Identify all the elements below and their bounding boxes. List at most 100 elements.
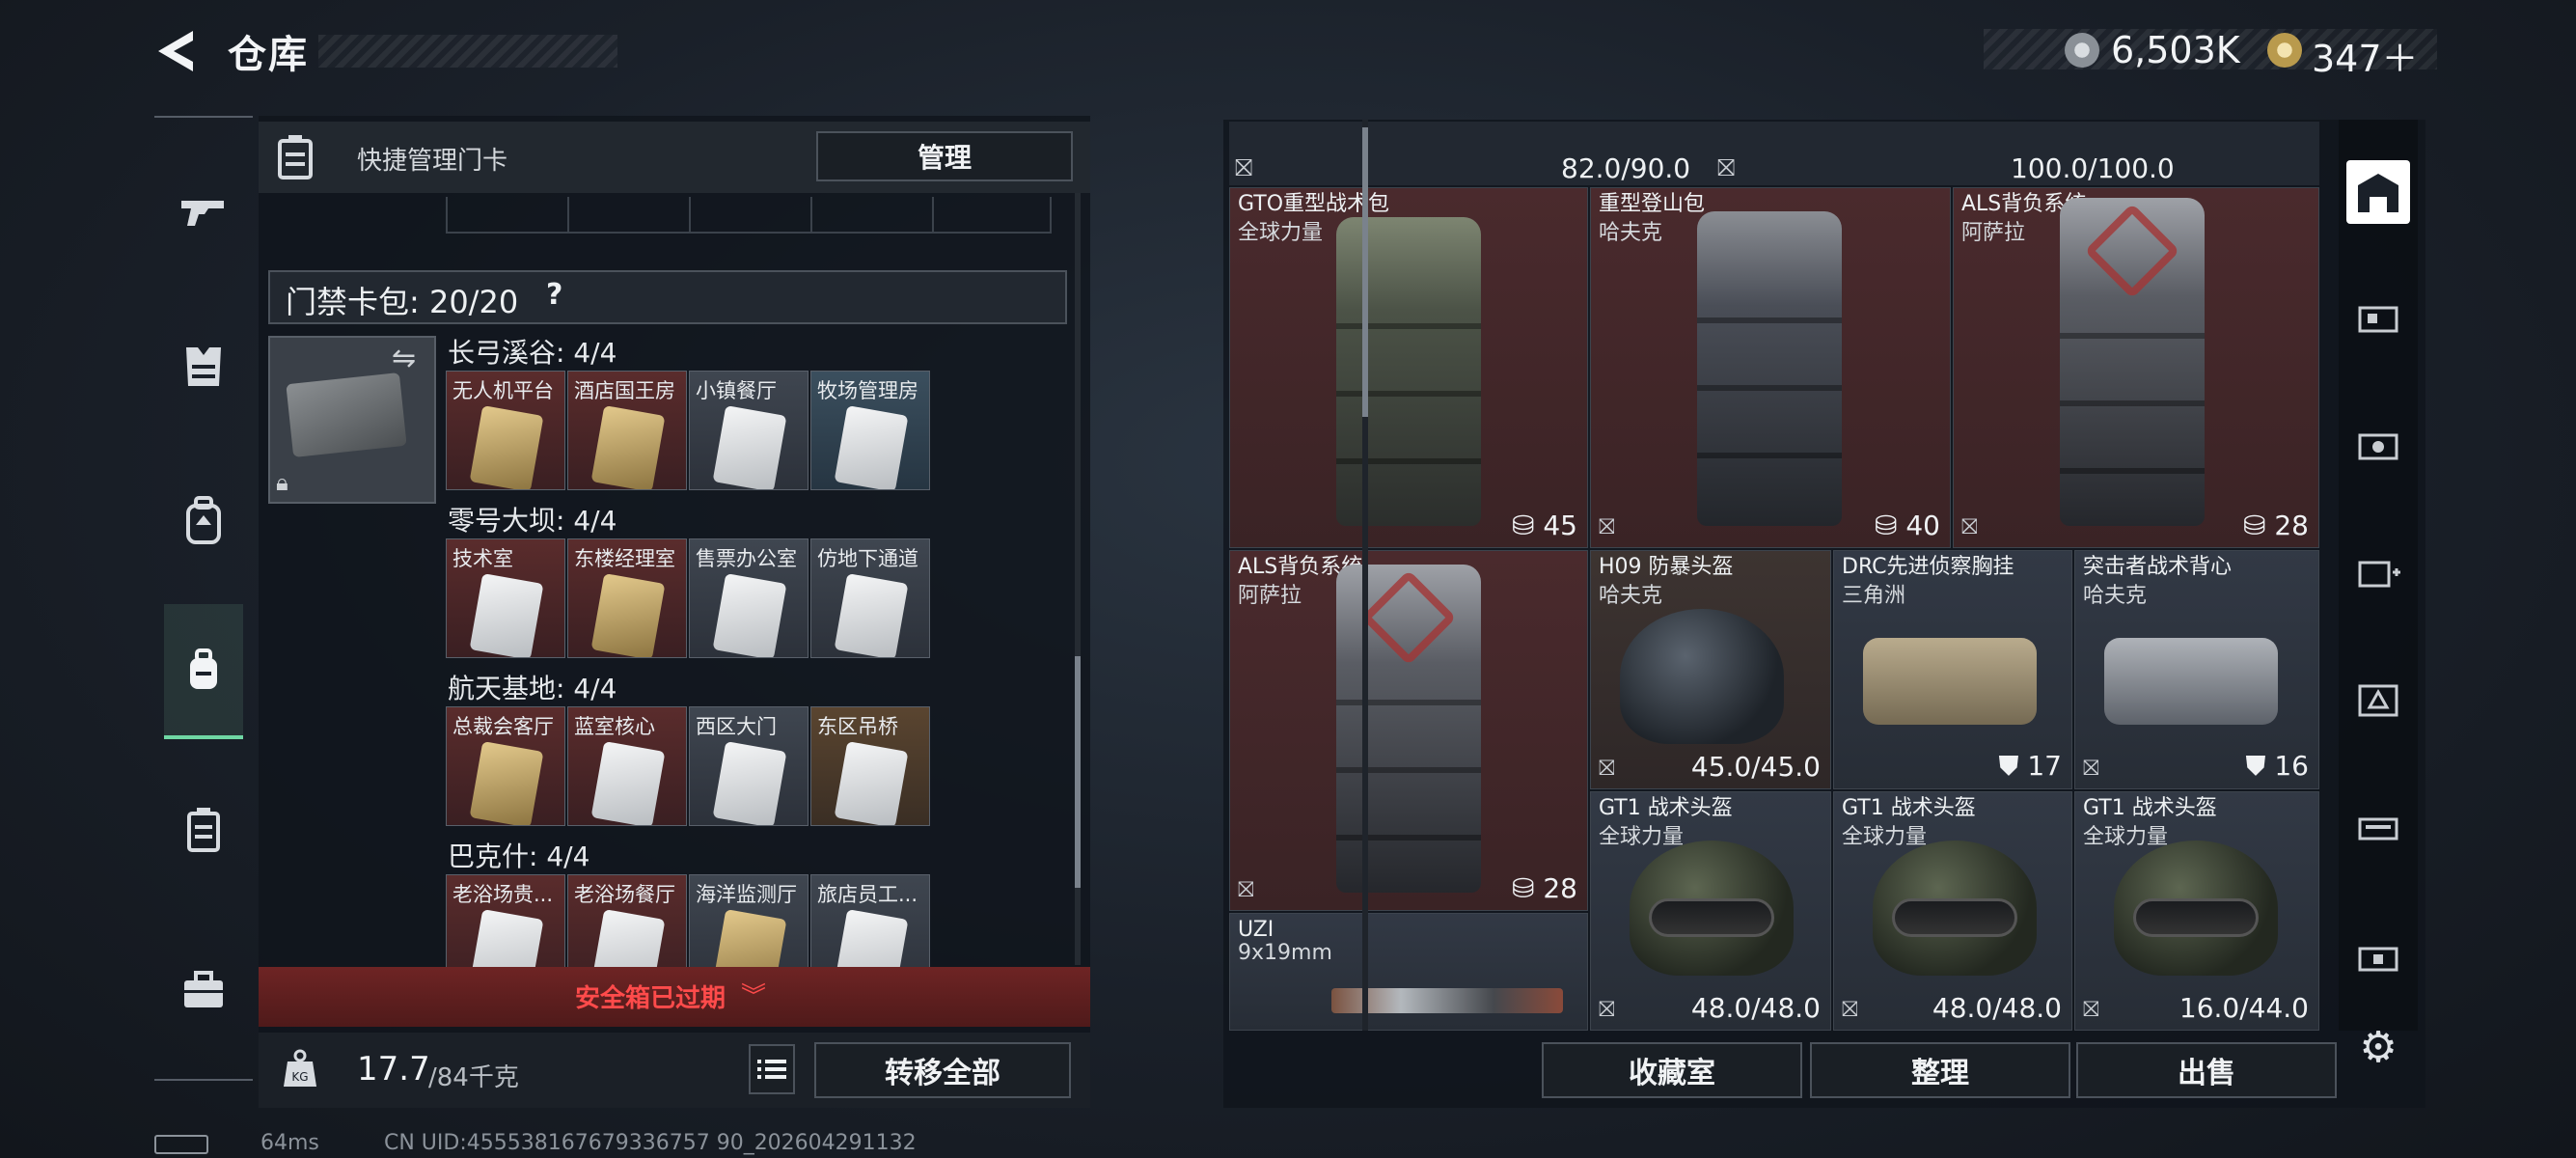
- keycard-slot[interactable]: 牧场管理房: [810, 371, 930, 490]
- item-gt1-helmet[interactable]: GT1 战术头盔 全球力量 ⛝ 48.0/48.0: [1833, 791, 2072, 1031]
- toolbox-icon: [184, 971, 223, 1007]
- storage-tab-main[interactable]: [2346, 160, 2410, 224]
- gun-icon: [181, 201, 224, 226]
- keycard-slot[interactable]: 仿地下通道: [810, 538, 930, 658]
- keycard-slot[interactable]: 东区吊桥: [810, 706, 930, 826]
- keycard-group-title: 长弓溪谷: 4/4: [448, 337, 617, 369]
- item-armor-level: ⛊ 17: [1998, 750, 2062, 782]
- nav-backpack[interactable]: [164, 454, 243, 589]
- item-name: 突击者战术背心: [2083, 555, 2233, 579]
- storage-tab-3-b[interactable]: [2346, 795, 2410, 859]
- storage-tab-4[interactable]: [2346, 413, 2410, 477]
- goggle-image: [1892, 898, 2017, 937]
- gold-coin-icon: [2267, 33, 2302, 68]
- item-als-backpack[interactable]: ALS背负系统 阿萨拉 ⛝ ⛁ 28: [1953, 187, 2319, 548]
- lock-icon: 🔒︎: [276, 469, 288, 496]
- backpack-image: [2060, 198, 2205, 526]
- keycard-label: 酒店国王房: [574, 379, 675, 402]
- item-capacity: ⛁ 40: [1874, 510, 1940, 541]
- keycard-image: [712, 573, 787, 657]
- item-gt1-helmet[interactable]: GT1 战术头盔 全球力量 ⛝ 16.0/44.0: [2074, 791, 2319, 1031]
- collection-room-button[interactable]: 收藏室: [1542, 1042, 1802, 1098]
- silver-coin-icon: [2065, 33, 2099, 68]
- unlinked-icon: ⛝: [1599, 757, 1615, 781]
- storage-tab-3[interactable]: [2346, 286, 2410, 349]
- unlinked-icon: ⛝: [1238, 878, 1254, 902]
- keycard-label: 东楼经理室: [574, 547, 675, 570]
- chest-rig-image: [1863, 638, 2037, 725]
- keycard-slot[interactable]: 东楼经理室: [567, 538, 687, 658]
- item-gto-backpack[interactable]: GTO重型战术包 全球力量 ⛁ 45: [1229, 187, 1588, 548]
- keycard-label: 海洋监测厅: [696, 883, 797, 906]
- settings-gear-icon[interactable]: ⚙: [2354, 1023, 2402, 1072]
- nav-armor[interactable]: [164, 299, 243, 434]
- nav-toolbox[interactable]: [164, 923, 243, 1058]
- item-maker: 全球力量: [1842, 825, 1928, 849]
- keycard-slot[interactable]: 蓝室核心: [567, 706, 687, 826]
- nav-keycards[interactable]: [164, 604, 243, 739]
- nav-weapons[interactable]: [164, 145, 243, 280]
- keycard-slot[interactable]: 总裁会客厅: [446, 706, 565, 826]
- unlinked-icon: ⛝: [1599, 515, 1615, 539]
- weight-max: /84千克: [428, 1063, 519, 1092]
- item-h09-helmet[interactable]: H09 防暴头盔 哈夫克 ⛝ 45.0/45.0: [1590, 550, 1831, 789]
- keycard-image: [590, 573, 666, 657]
- unlinked-icon: ⛝: [1599, 998, 1615, 1022]
- list-view-button[interactable]: [749, 1044, 795, 1094]
- keycard-slot[interactable]: 无人机平台: [446, 371, 565, 490]
- item-name: 重型登山包: [1599, 192, 1706, 216]
- keycard-slot[interactable]: 售票办公室: [689, 538, 808, 658]
- keycard-slot[interactable]: 技术室: [446, 538, 565, 658]
- chevron-down-icon[interactable]: ︾: [741, 977, 766, 1012]
- keycard-image: [834, 573, 909, 657]
- storage-tab-4-plus[interactable]: [2346, 540, 2410, 604]
- nav-card-case[interactable]: [164, 762, 243, 897]
- storage-tab-3-alt[interactable]: [2346, 668, 2410, 731]
- keycard-label: 技术室: [452, 547, 513, 570]
- item-durability: 48.0/48.0: [1932, 992, 2062, 1024]
- item-name: GT1 战术头盔: [2083, 796, 2217, 820]
- keycard-image: [469, 741, 544, 825]
- item-als-backpack[interactable]: ALS背负系统 阿萨拉 ⛝ ⛁ 28: [1229, 550, 1588, 911]
- keycard-slot[interactable]: 酒店国王房: [567, 371, 687, 490]
- currency-gold-value[interactable]: 347＋: [2312, 29, 2419, 82]
- item-maker: 全球力量: [2083, 825, 2169, 849]
- keycard-slot[interactable]: 西区大门: [689, 706, 808, 826]
- helmet-image: [1620, 609, 1784, 744]
- sell-button[interactable]: 出售: [2076, 1042, 2337, 1098]
- item-durability: 48.0/48.0: [1690, 992, 1821, 1024]
- item-assault-vest[interactable]: 突击者战术背心 哈夫克 ⛝ ⛊ 16: [2074, 550, 2319, 789]
- backpack-image: [1336, 217, 1481, 526]
- item-maker: 全球力量: [1238, 221, 1324, 245]
- storage-tab-3-c[interactable]: [2346, 924, 2410, 988]
- keycard-slot[interactable]: 小镇餐厅: [689, 371, 808, 490]
- help-icon[interactable]: ?: [546, 278, 562, 312]
- item-heavy-backpack[interactable]: 重型登山包 哈夫克 ⛝ ⛁ 40: [1590, 187, 1951, 548]
- transfer-all-button[interactable]: 转移全部: [814, 1042, 1071, 1098]
- keycard-image: [834, 741, 909, 825]
- keypack-count: 门禁卡包: 20/20: [286, 284, 519, 320]
- keycard-label: 西区大门: [696, 715, 777, 738]
- unlinked-icon: ⛝: [1842, 998, 1858, 1022]
- keycard-group-title: 航天基地: 4/4: [448, 673, 617, 704]
- unlinked-icon: ⛝: [1717, 154, 1736, 181]
- item-durability: 45.0/45.0: [1690, 751, 1821, 783]
- left-scrollbar-thumb[interactable]: [1075, 656, 1081, 888]
- keycard-group-title: 零号大坝: 4/4: [448, 505, 617, 537]
- back-button[interactable]: [154, 27, 203, 75]
- item-maker: 哈夫克: [1599, 584, 1663, 608]
- card-case-icon: [187, 808, 220, 852]
- ping-readout: 64ms: [260, 1131, 319, 1155]
- keycard-label: 小镇餐厅: [696, 379, 777, 402]
- top-item-durability: 82.0/90.0: [1561, 152, 1691, 184]
- item-gt1-helmet[interactable]: GT1 战术头盔 全球力量 ⛝ 48.0/48.0: [1590, 791, 1831, 1031]
- top-item-durability: 100.0/100.0: [2011, 152, 2175, 184]
- vest-image: [2104, 638, 2278, 725]
- organize-button[interactable]: 整理: [1810, 1042, 2070, 1098]
- item-drc-chest-rig[interactable]: DRC先进侦察胸挂 三角洲 ⛊ 17: [1833, 550, 2072, 789]
- swap-icon[interactable]: ⇋: [392, 342, 416, 375]
- storage-scrollbar-thumb[interactable]: [1362, 127, 1368, 417]
- manage-button[interactable]: 管理: [816, 131, 1073, 181]
- keycard-label: 总裁会客厅: [452, 715, 554, 738]
- weight-current: 17.7: [357, 1050, 430, 1089]
